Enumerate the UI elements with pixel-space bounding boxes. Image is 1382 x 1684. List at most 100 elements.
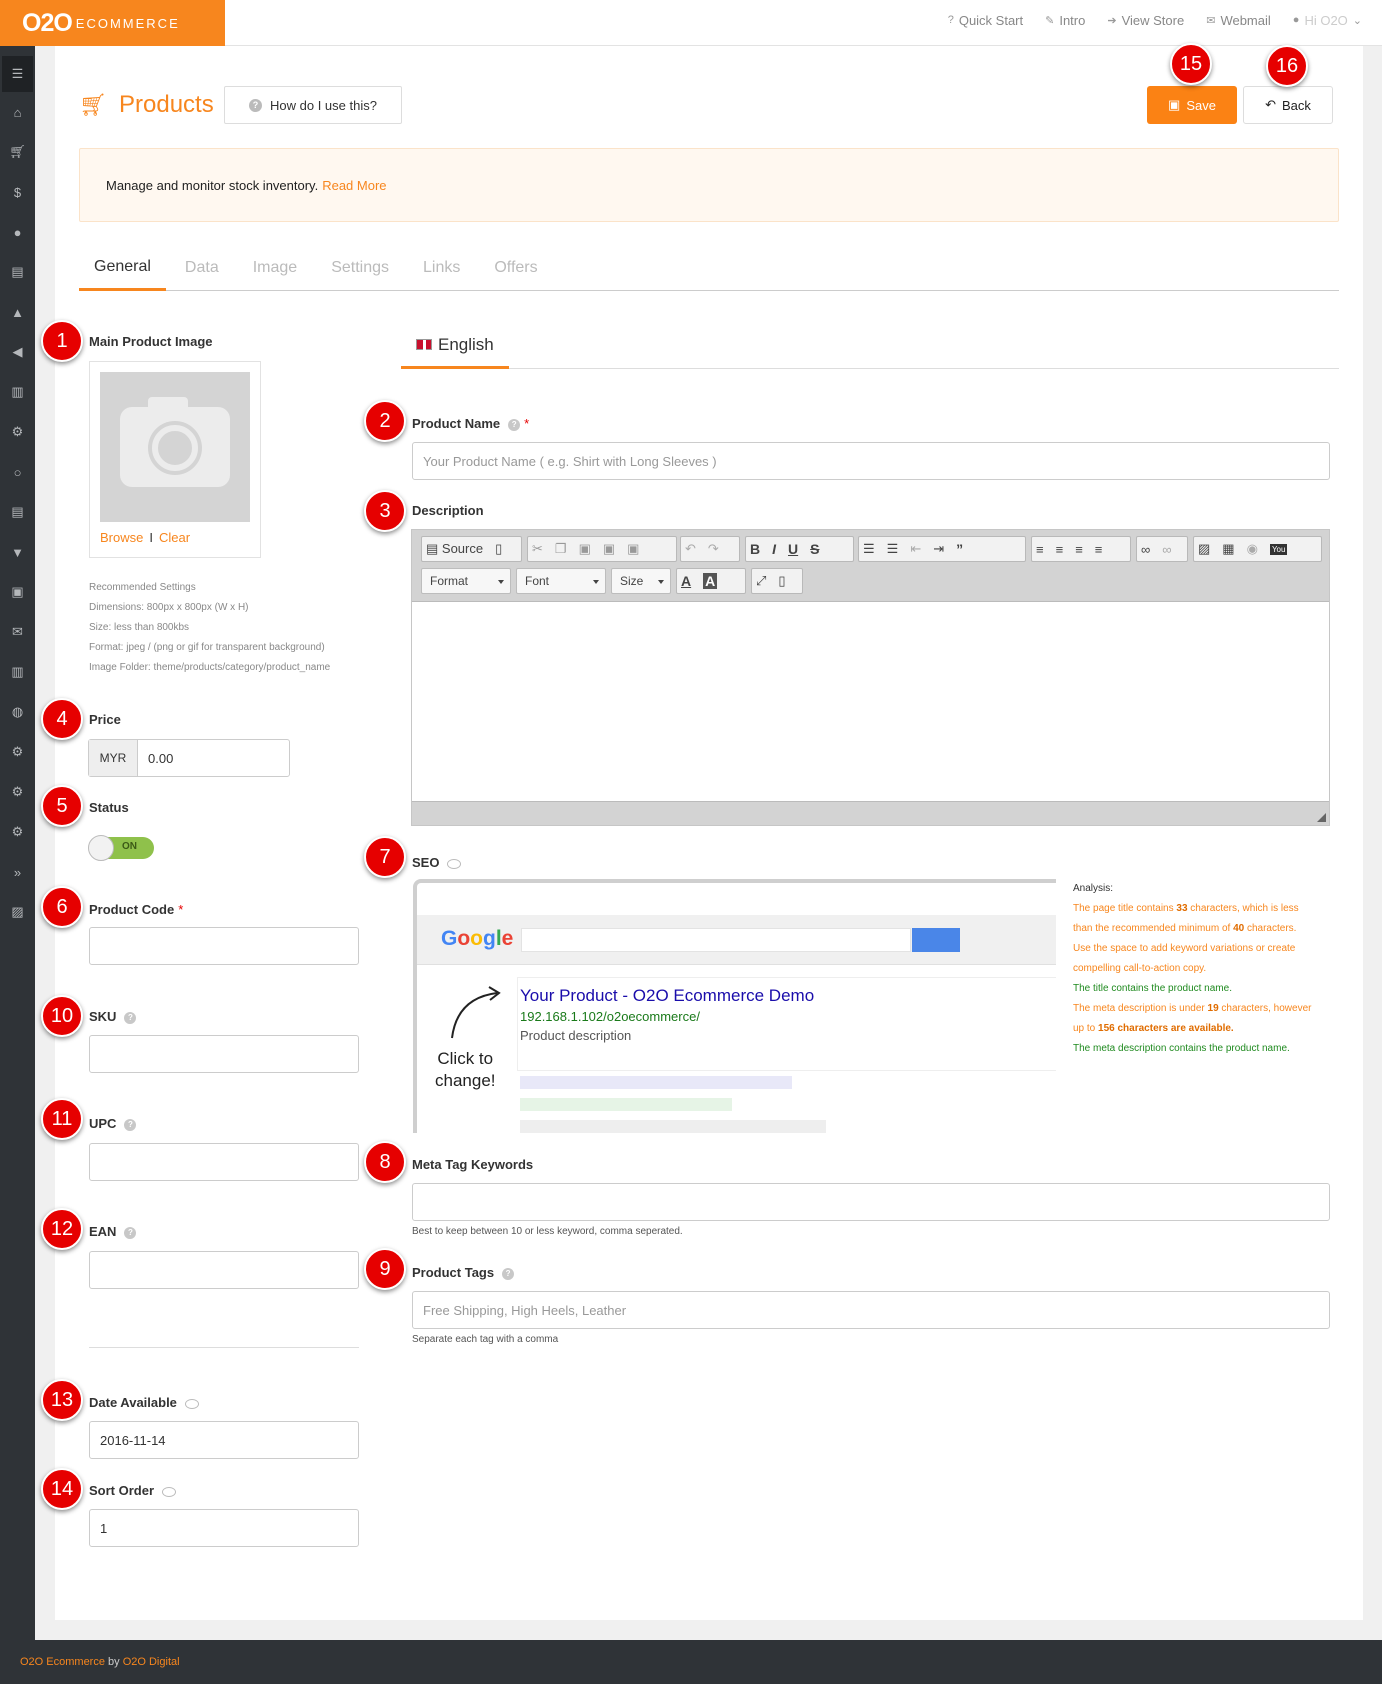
tab-general[interactable]: General: [79, 245, 166, 291]
dollar-icon[interactable]: $: [0, 172, 35, 212]
result-description[interactable]: Product description: [520, 1028, 631, 1043]
tab-links[interactable]: Links: [408, 245, 475, 291]
align-left-icon[interactable]: ≡: [1036, 542, 1044, 557]
editor-content-area[interactable]: [412, 602, 1329, 801]
footer-company-link[interactable]: O2O Digital: [123, 1656, 180, 1668]
show-blocks-icon[interactable]: ▯: [778, 573, 785, 589]
cart-icon[interactable]: 🛒︎: [0, 132, 35, 172]
clipboard-group: ✂ ❐ ▣ ▣ ▣: [527, 536, 677, 562]
maximize-icon[interactable]: ⤢: [756, 573, 766, 589]
nav-intro[interactable]: ✎ Intro: [1045, 13, 1085, 28]
step-badge: 12: [41, 1208, 83, 1250]
cog2-icon[interactable]: ⚙: [0, 772, 35, 812]
cogs2-icon[interactable]: ⚙: [0, 812, 35, 852]
thumbs-up-icon[interactable]: ▲: [0, 292, 35, 332]
result-title[interactable]: Your Product - O2O Ecommerce Demo: [520, 986, 814, 1006]
how-to-button[interactable]: ? How do I use this?: [224, 86, 402, 124]
tab-data[interactable]: Data: [170, 245, 234, 291]
italic-icon[interactable]: I: [772, 541, 776, 557]
envelope-icon[interactable]: ✉: [0, 612, 35, 652]
paste-icon[interactable]: ▣: [579, 541, 591, 557]
browse-link[interactable]: Browse: [100, 530, 143, 545]
image-placeholder[interactable]: [100, 372, 250, 522]
cut-icon[interactable]: ✂: [532, 541, 543, 557]
format-dropdown[interactable]: Format: [421, 568, 511, 594]
tab-offers[interactable]: Offers: [479, 245, 552, 291]
blockquote-icon[interactable]: ”: [956, 541, 963, 557]
comment-icon: [447, 858, 462, 869]
back-button[interactable]: ↶ Back: [1243, 86, 1333, 124]
price-input[interactable]: 0.00: [138, 751, 173, 766]
date-available-input[interactable]: 2016-11-14: [89, 1421, 359, 1459]
product-code-input[interactable]: [89, 927, 359, 965]
globe-icon[interactable]: ◍: [0, 692, 35, 732]
align-group: ≡ ≡ ≡ ≡: [1031, 536, 1131, 562]
meta-keywords-input[interactable]: [412, 1183, 1330, 1221]
menu-icon[interactable]: ☰: [2, 56, 33, 92]
youtube-icon[interactable]: You: [1269, 543, 1288, 555]
bg-color-icon[interactable]: A: [703, 573, 718, 589]
undo-icon[interactable]: ↶: [685, 541, 696, 557]
forward-icon[interactable]: »: [0, 852, 35, 892]
nav-view-store[interactable]: ➔ View Store: [1107, 13, 1184, 28]
copy-icon[interactable]: ❐: [555, 541, 567, 557]
resize-grip-icon[interactable]: [1317, 813, 1326, 822]
status-toggle[interactable]: ON: [88, 835, 154, 861]
size-dropdown[interactable]: Size: [611, 568, 671, 594]
user-icon[interactable]: ●: [0, 212, 35, 252]
video-icon[interactable]: ◉: [1247, 541, 1258, 557]
tab-english[interactable]: English: [401, 323, 509, 369]
image-icon[interactable]: ▨: [1198, 541, 1210, 557]
cart2-icon[interactable]: ▼: [0, 532, 35, 572]
text-color-icon[interactable]: A: [681, 573, 691, 589]
product-tags-input[interactable]: Free Shipping, High Heels, Leather: [412, 1291, 1330, 1329]
footer-brand-link[interactable]: O2O Ecommerce: [20, 1656, 105, 1668]
comment-icon[interactable]: ○: [0, 452, 35, 492]
new-page-icon[interactable]: ▯: [495, 541, 502, 557]
format-group: B I U S: [745, 536, 854, 562]
numbered-list-icon[interactable]: ☰: [887, 541, 899, 557]
paste-text-icon[interactable]: ▣: [603, 541, 615, 557]
nav-webmail[interactable]: ✉ Webmail: [1206, 13, 1271, 28]
cogs-icon[interactable]: ⚙: [0, 412, 35, 452]
paste-word-icon[interactable]: ▣: [627, 541, 639, 557]
clear-link[interactable]: Clear: [159, 530, 190, 545]
megaphone-icon[interactable]: ◀: [0, 332, 35, 372]
cog-icon[interactable]: ⚙: [0, 732, 35, 772]
indent-icon[interactable]: ⇥: [933, 541, 944, 557]
product-name-input[interactable]: Your Product Name ( e.g. Shirt with Long…: [412, 442, 1330, 480]
nav-quick-start[interactable]: ? Quick Start: [948, 13, 1023, 28]
seo-preview[interactable]: Google Click to change! Your Product - O…: [413, 879, 1056, 1133]
read-more-link[interactable]: Read More: [322, 178, 386, 193]
chart-icon[interactable]: ▥: [0, 372, 35, 412]
font-dropdown[interactable]: Font: [516, 568, 606, 594]
book2-icon[interactable]: ▤: [0, 492, 35, 532]
unlink-icon[interactable]: ∞: [1162, 542, 1171, 557]
underline-icon[interactable]: U: [788, 541, 798, 557]
nav-user-menu[interactable]: ● Hi O2O ⌄: [1293, 13, 1362, 28]
home-icon[interactable]: ⌂: [0, 92, 35, 132]
source-button[interactable]: ▤ Source: [426, 541, 483, 557]
money-icon[interactable]: ▣: [0, 572, 35, 612]
outdent-icon[interactable]: ⇤: [910, 541, 921, 557]
sku-input[interactable]: [89, 1035, 359, 1073]
upc-input[interactable]: [89, 1143, 359, 1181]
save-button[interactable]: ▣ Save: [1147, 86, 1237, 124]
ean-input[interactable]: [89, 1251, 359, 1289]
table-icon[interactable]: ▦: [1222, 541, 1234, 557]
tab-settings[interactable]: Settings: [316, 245, 404, 291]
tab-image[interactable]: Image: [238, 245, 312, 291]
sort-order-input[interactable]: 1: [89, 1509, 359, 1547]
link-icon[interactable]: ∞: [1141, 542, 1150, 557]
align-center-icon[interactable]: ≡: [1056, 542, 1064, 557]
strike-icon[interactable]: S: [810, 541, 819, 557]
book-icon[interactable]: ▤: [0, 252, 35, 292]
justify-icon[interactable]: ≡: [1095, 542, 1103, 557]
bold-icon[interactable]: B: [750, 541, 760, 557]
image-icon[interactable]: ▨: [0, 892, 35, 932]
logo[interactable]: O2O ECOMMERCE: [0, 0, 225, 46]
align-right-icon[interactable]: ≡: [1075, 542, 1083, 557]
bulleted-list-icon[interactable]: ☰: [863, 541, 875, 557]
redo-icon[interactable]: ↷: [708, 541, 719, 557]
bar-chart-icon[interactable]: ▥: [0, 652, 35, 692]
